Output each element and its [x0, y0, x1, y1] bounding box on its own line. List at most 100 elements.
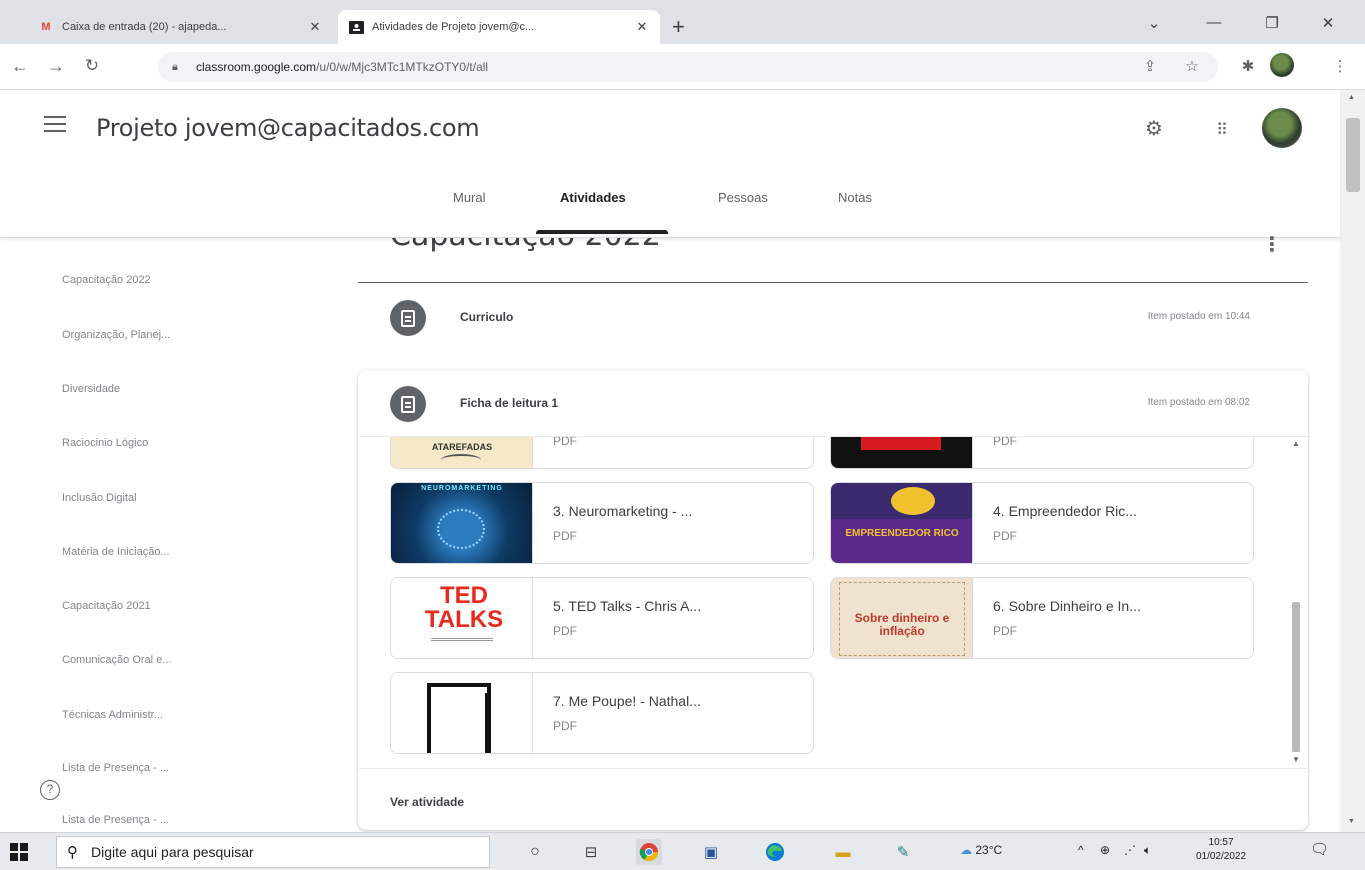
attachment-card[interactable]: EMPREENDEDOR RICO 4. Empreendedor Ric...…: [830, 482, 1254, 564]
network-icon[interactable]: ⋰: [1124, 843, 1136, 857]
sidebar-topic[interactable]: Lista de Presença - ...: [62, 762, 169, 774]
close-window-icon[interactable]: ✕: [1314, 14, 1342, 32]
attachment-type: PDF: [553, 719, 577, 733]
sidebar-topic[interactable]: Inclusão Digital: [62, 492, 137, 504]
paint-icon[interactable]: ✎: [890, 839, 916, 865]
notifications-icon[interactable]: 🗨︎: [1310, 840, 1329, 858]
view-activity-link[interactable]: Ver atividade: [390, 795, 464, 809]
tab-title: Caixa de entrada (20) - ajapeda...: [62, 21, 227, 33]
tab-search-icon[interactable]: ⌄: [1140, 14, 1168, 32]
edge-icon[interactable]: [762, 839, 788, 865]
attachment-card[interactable]: ATAREFADAS PDF: [390, 437, 814, 469]
page-scrollbar-thumb[interactable]: [1346, 118, 1360, 192]
attachment-card[interactable]: PDF: [830, 437, 1254, 469]
weather-temp: 23°C: [975, 843, 1003, 857]
reload-icon[interactable]: ↻: [80, 56, 104, 76]
profile-avatar[interactable]: [1270, 53, 1294, 77]
classroom-header: Projeto jovem@capacitados.com ⚙ ⠿ Mural …: [0, 90, 1340, 238]
meet-now-icon[interactable]: ⊕: [1100, 843, 1110, 857]
tab-atividades[interactable]: Atividades: [560, 190, 626, 205]
attachment-card[interactable]: 7. Me Poupe! - Nathal... PDF: [390, 672, 814, 754]
show-hidden-icons-icon[interactable]: ^: [1078, 843, 1084, 857]
weather-widget[interactable]: ☁ 23°C: [960, 843, 1002, 857]
search-icon: ⚲: [67, 844, 78, 861]
url-input[interactable]: 🔒︎ classroom.google.com /u/0/w/Mjc3MTc1M…: [158, 52, 1218, 82]
thumbnail-text: Sobre dinheiro e inflação: [854, 611, 950, 638]
close-tab-icon[interactable]: ✕: [307, 19, 323, 35]
close-tab-icon[interactable]: ✕: [634, 19, 650, 35]
page-scroll-down-icon[interactable]: ▼: [1348, 818, 1355, 825]
back-icon[interactable]: ←: [8, 56, 32, 77]
page-scroll-up-icon[interactable]: ▲: [1348, 94, 1355, 101]
page-scrollbar[interactable]: [1340, 90, 1365, 832]
attachments-list: ATAREFADAS PDF PDF NEUROMARKETING 3. Neu…: [358, 436, 1308, 768]
attachment-card[interactable]: Sobre dinheiro e inflação 6. Sobre Dinhe…: [830, 577, 1254, 659]
attachment-type: PDF: [993, 624, 1017, 638]
thumbnail-text: EMPREENDEDOR RICO: [845, 528, 959, 539]
taskbar-search-input[interactable]: ⚲ Digite aqui para pesquisar: [56, 836, 490, 868]
chrome-icon[interactable]: [636, 839, 662, 865]
class-title[interactable]: Projeto jovem@capacitados.com: [96, 114, 480, 142]
news-app-icon[interactable]: ▣: [698, 839, 724, 865]
expanded-assignment-card: Ficha de leitura 1 Item postado em 08:02…: [358, 370, 1308, 830]
assignment-row[interactable]: Curriculo Item postado em 10:44: [358, 284, 1308, 352]
more-options-icon[interactable]: ⋮: [1262, 232, 1282, 257]
assignment-icon: [390, 386, 426, 422]
settings-gear-icon[interactable]: ⚙: [1140, 116, 1168, 141]
attachment-thumbnail: Sobre dinheiro e inflação: [831, 578, 973, 658]
tab-mural[interactable]: Mural: [453, 190, 486, 205]
sidebar-topic[interactable]: Capacitação 2022: [62, 274, 151, 286]
active-tab-indicator: [536, 230, 668, 234]
attachment-card[interactable]: TED TALKS 5. TED Talks - Chris A... PDF: [390, 577, 814, 659]
chrome-menu-icon[interactable]: ⋮: [1328, 57, 1352, 75]
posted-time: Item postado em 08:02: [1147, 397, 1250, 408]
assignment-row[interactable]: Ficha de leitura 1 Item postado em 08:02: [358, 370, 1308, 438]
file-explorer-icon[interactable]: ▬: [830, 839, 856, 865]
attachment-name: 6. Sobre Dinheiro e In...: [993, 598, 1141, 614]
tab-notas[interactable]: Notas: [838, 190, 872, 205]
forward-icon[interactable]: →: [44, 56, 68, 77]
tab-title: Atividades de Projeto jovem@c...: [372, 21, 535, 33]
attachments-scrollbar-thumb[interactable]: [1292, 602, 1300, 752]
scroll-down-arrow-icon[interactable]: ▼: [1292, 755, 1300, 764]
sidebar-topic[interactable]: Organização, Planej...: [62, 329, 170, 341]
sidebar-topic[interactable]: Matéria de Iniciação...: [62, 546, 170, 558]
minimize-icon[interactable]: —: [1200, 14, 1228, 31]
windows-start-icon[interactable]: [10, 843, 28, 861]
apps-grid-icon[interactable]: ⠿: [1208, 120, 1236, 140]
attachment-card[interactable]: NEUROMARKETING 3. Neuromarketing - ... P…: [390, 482, 814, 564]
sidebar-topic[interactable]: Diversidade: [62, 383, 120, 395]
sidebar-topic[interactable]: Raciocinio Lógico: [62, 437, 148, 449]
cortana-icon[interactable]: ○: [522, 839, 548, 865]
lock-icon: 🔒︎: [172, 60, 178, 73]
sidebar-topic[interactable]: Capacitação 2021: [62, 600, 151, 612]
attachment-name: 4. Empreendedor Ric...: [993, 503, 1137, 519]
scroll-up-arrow-icon[interactable]: ▲: [1292, 439, 1300, 448]
browser-tab-strip: M Caixa de entrada (20) - ajapeda... ✕ A…: [0, 0, 1365, 44]
extensions-icon[interactable]: ✱: [1236, 57, 1260, 75]
topic-divider: [358, 282, 1308, 283]
browser-tab-gmail[interactable]: M Caixa de entrada (20) - ajapeda... ✕: [28, 10, 333, 44]
volume-icon[interactable]: 🔈︎: [1144, 843, 1151, 858]
restore-icon[interactable]: ❐: [1258, 14, 1286, 32]
task-view-icon[interactable]: ⊟: [578, 839, 604, 865]
attachment-name: 3. Neuromarketing - ...: [553, 503, 693, 519]
sidebar-topic[interactable]: Lista de Presença - ...: [62, 814, 169, 826]
taskbar-clock[interactable]: 10:57 01/02/2022: [1196, 836, 1246, 864]
bookmark-star-icon[interactable]: ☆: [1180, 57, 1204, 75]
help-icon[interactable]: ?: [40, 780, 60, 800]
attachment-type: PDF: [553, 529, 577, 543]
share-icon[interactable]: ⇪: [1138, 57, 1162, 75]
taskbar-search-placeholder: Digite aqui para pesquisar: [91, 844, 254, 860]
browser-tab-classroom[interactable]: Atividades de Projeto jovem@c... ✕: [338, 10, 660, 44]
assignment-icon: [390, 300, 426, 336]
account-avatar[interactable]: [1262, 108, 1302, 148]
windows-taskbar: ⚲ Digite aqui para pesquisar ○ ⊟ ▣ ▬ ✎ ☁…: [0, 832, 1365, 870]
sidebar-topic[interactable]: Comunicação Oral e...: [62, 654, 171, 666]
hamburger-menu-icon[interactable]: [44, 116, 68, 136]
posted-time: Item postado em 10:44: [1147, 311, 1250, 322]
address-toolbar: ← → ↻ 🔒︎ classroom.google.com /u/0/w/Mjc…: [0, 44, 1365, 90]
tab-pessoas[interactable]: Pessoas: [718, 190, 768, 205]
new-tab-button[interactable]: +: [672, 16, 685, 38]
sidebar-topic[interactable]: Técnicas Administr...: [62, 709, 163, 721]
